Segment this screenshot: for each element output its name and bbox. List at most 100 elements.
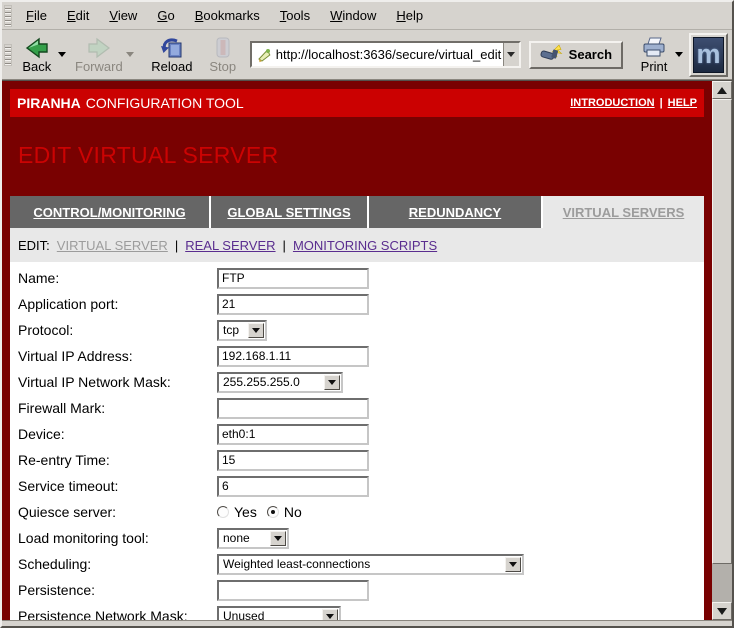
main-tabs: CONTROL/MONITORING GLOBAL SETTINGS REDUN… bbox=[10, 196, 704, 228]
scheduling-select-value: Weighted least-connections bbox=[219, 557, 504, 571]
chevron-down-icon bbox=[507, 52, 515, 57]
tab-global-settings[interactable]: GLOBAL SETTINGS bbox=[211, 196, 369, 228]
service-timeout-input[interactable] bbox=[217, 476, 369, 497]
menu-tools[interactable]: Tools bbox=[270, 4, 320, 27]
persistence-input[interactable] bbox=[217, 580, 369, 601]
menu-go[interactable]: Go bbox=[147, 4, 184, 27]
protocol-select[interactable]: tcp bbox=[217, 320, 267, 341]
persistence-label: Persistence: bbox=[18, 582, 217, 598]
forward-button[interactable]: Forward bbox=[72, 32, 126, 78]
search-button[interactable]: Search bbox=[529, 41, 623, 69]
form-row-device: Device: bbox=[18, 421, 704, 447]
scroll-up-button[interactable] bbox=[712, 81, 732, 99]
scheduling-label: Scheduling: bbox=[18, 556, 217, 572]
reload-icon bbox=[160, 35, 184, 59]
back-button[interactable]: Back bbox=[16, 32, 58, 78]
print-dropdown-icon[interactable] bbox=[675, 52, 683, 57]
toolbar-grippy[interactable] bbox=[4, 5, 12, 27]
quiesce-server-label: Quiesce server: bbox=[18, 504, 217, 520]
reload-button[interactable]: Reload bbox=[148, 32, 196, 78]
form-row-virtual-ip-mask: Virtual IP Network Mask: 255.255.255.0 bbox=[18, 369, 704, 395]
virtual-ip-mask-label: Virtual IP Network Mask: bbox=[18, 374, 217, 390]
quiesce-no-radio[interactable] bbox=[267, 506, 279, 518]
browser-window: File Edit View Go Bookmarks Tools Window… bbox=[0, 0, 734, 628]
print-button[interactable]: Print bbox=[633, 32, 675, 78]
name-input[interactable] bbox=[217, 268, 369, 289]
browser-content-area: PIRANHACONFIGURATION TOOL INTRODUCTION |… bbox=[2, 80, 732, 620]
search-icon bbox=[540, 44, 564, 65]
firewall-mark-input[interactable] bbox=[217, 398, 369, 419]
link-separator: | bbox=[660, 97, 663, 109]
window-bottom-edge bbox=[2, 620, 732, 626]
tab-redundancy[interactable]: REDUNDANCY bbox=[369, 196, 543, 228]
url-dropdown-button[interactable] bbox=[503, 43, 519, 66]
mozilla-m-logo-icon: m bbox=[693, 37, 724, 73]
chevron-down-icon bbox=[248, 323, 264, 338]
service-timeout-label: Service timeout: bbox=[18, 478, 217, 494]
help-link[interactable]: HELP bbox=[668, 97, 697, 109]
forward-icon bbox=[86, 35, 112, 59]
introduction-link[interactable]: INTRODUCTION bbox=[570, 97, 654, 109]
device-label: Device: bbox=[18, 426, 217, 442]
persistence-mask-label: Persistence Network Mask: bbox=[18, 608, 217, 620]
device-input[interactable] bbox=[217, 424, 369, 445]
virtual-ip-mask-select[interactable]: 255.255.255.0 bbox=[217, 372, 343, 393]
form-row-service-timeout: Service timeout: bbox=[18, 473, 704, 499]
back-dropdown-icon[interactable] bbox=[58, 52, 66, 57]
reentry-time-input[interactable] bbox=[217, 450, 369, 471]
tab-control-monitoring[interactable]: CONTROL/MONITORING bbox=[10, 196, 211, 228]
vertical-scrollbar bbox=[712, 81, 732, 620]
subnav-monitoring-scripts-link[interactable]: MONITORING SCRIPTS bbox=[293, 238, 437, 253]
forward-label: Forward bbox=[75, 59, 123, 74]
subnav-real-server-link[interactable]: REAL SERVER bbox=[185, 238, 275, 253]
url-input[interactable] bbox=[276, 47, 503, 62]
toolbar-grippy[interactable] bbox=[4, 44, 12, 66]
menu-window[interactable]: Window bbox=[320, 4, 386, 27]
form-row-scheduling: Scheduling: Weighted least-connections bbox=[18, 551, 704, 577]
name-label: Name: bbox=[18, 270, 217, 286]
scroll-down-button[interactable] bbox=[712, 602, 732, 620]
piranha-header-bar: PIRANHACONFIGURATION TOOL INTRODUCTION |… bbox=[10, 89, 704, 117]
chevron-down-icon bbox=[322, 609, 338, 621]
app-title: PIRANHACONFIGURATION TOOL bbox=[17, 95, 244, 111]
quiesce-yes-radio[interactable] bbox=[217, 506, 229, 518]
stop-label: Stop bbox=[209, 59, 236, 74]
form-row-firewall-mark: Firewall Mark: bbox=[18, 395, 704, 421]
form-row-virtual-ip: Virtual IP Address: bbox=[18, 343, 704, 369]
tab-virtual-servers[interactable]: VIRTUAL SERVERS bbox=[543, 196, 704, 228]
menu-edit[interactable]: Edit bbox=[57, 4, 99, 27]
quiesce-yes-label: Yes bbox=[234, 504, 257, 520]
persistence-mask-select-value: Unused bbox=[219, 609, 321, 620]
virtual-ip-input[interactable] bbox=[217, 346, 369, 367]
bookmark-icon[interactable] bbox=[256, 47, 272, 63]
brand-subtitle: CONFIGURATION TOOL bbox=[86, 95, 244, 111]
scrollbar-thumb[interactable] bbox=[712, 99, 732, 564]
back-icon bbox=[24, 35, 50, 59]
load-monitoring-select[interactable]: none bbox=[217, 528, 289, 549]
reentry-time-label: Re-entry Time: bbox=[18, 452, 217, 468]
scrollbar-track[interactable] bbox=[712, 99, 732, 602]
persistence-mask-select[interactable]: Unused bbox=[217, 606, 341, 621]
chevron-down-icon bbox=[324, 375, 340, 390]
application-port-input[interactable] bbox=[217, 294, 369, 315]
form-row-persistence-mask: Persistence Network Mask: Unused bbox=[18, 603, 704, 620]
form-row-name: Name: bbox=[18, 265, 704, 291]
form-row-persistence: Persistence: bbox=[18, 577, 704, 603]
forward-dropdown-icon[interactable] bbox=[126, 52, 134, 57]
quiesce-no-label: No bbox=[284, 504, 302, 520]
menu-bookmarks[interactable]: Bookmarks bbox=[185, 4, 270, 27]
scheduling-select[interactable]: Weighted least-connections bbox=[217, 554, 524, 575]
mozilla-logo-button[interactable]: m bbox=[689, 33, 728, 77]
stop-button[interactable]: Stop bbox=[202, 32, 244, 78]
page-title: EDIT VIRTUAL SERVER bbox=[18, 142, 704, 169]
load-monitoring-label: Load monitoring tool: bbox=[18, 530, 217, 546]
menu-help[interactable]: Help bbox=[386, 4, 433, 27]
search-label: Search bbox=[569, 47, 612, 62]
scroll-down-icon bbox=[717, 608, 727, 615]
menu-view[interactable]: View bbox=[99, 4, 147, 27]
load-monitoring-select-value: none bbox=[219, 531, 269, 545]
subnav-virtual-server-current: VIRTUAL SERVER bbox=[57, 238, 168, 253]
form-row-load-monitoring: Load monitoring tool: none bbox=[18, 525, 704, 551]
form-row-quiesce-server: Quiesce server: Yes No bbox=[18, 499, 704, 525]
menu-file[interactable]: File bbox=[16, 4, 57, 27]
